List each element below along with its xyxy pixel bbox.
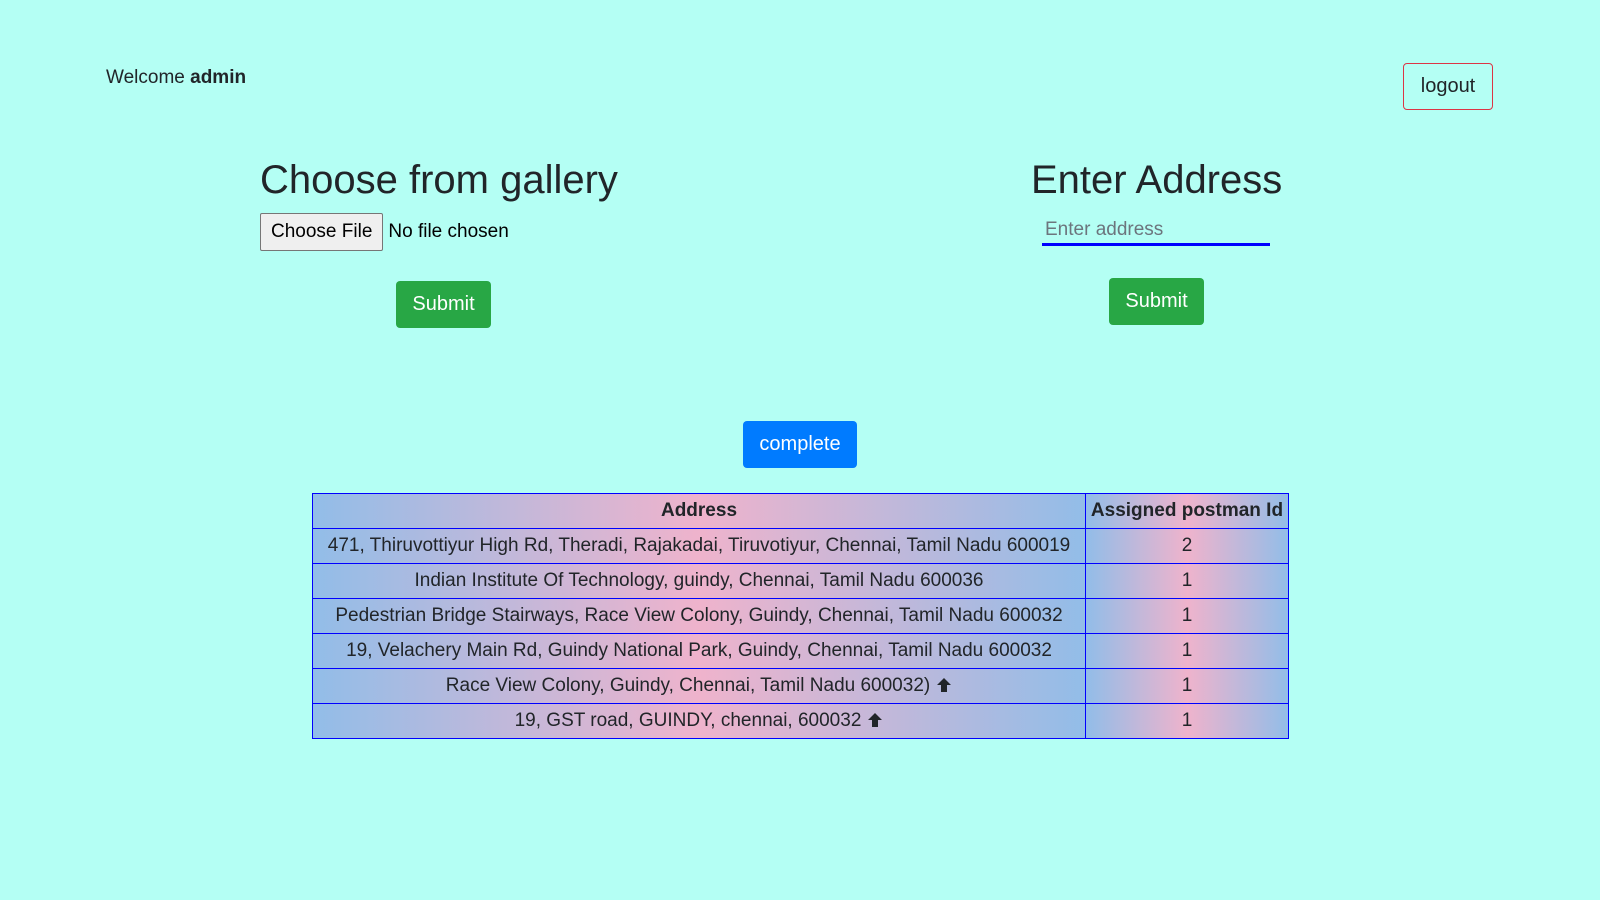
- page: Welcome admin logout Choose from gallery…: [0, 0, 1600, 900]
- address-table: Address Assigned postman Id 471, Thiruvo…: [312, 493, 1289, 739]
- welcome-prefix: Welcome: [106, 67, 185, 88]
- address-cell: Pedestrian Bridge Stairways, Race View C…: [312, 598, 1086, 634]
- postman-id-cell: 1: [1085, 633, 1289, 669]
- address-cell: 471, Thiruvottiyur High Rd, Theradi, Raj…: [312, 528, 1086, 564]
- address-submit-button[interactable]: Submit: [1109, 278, 1204, 325]
- address-text: Race View Colony, Guindy, Chennai, Tamil…: [445, 675, 931, 696]
- address-text: Indian Institute Of Technology, guindy, …: [414, 570, 984, 591]
- choose-file-button[interactable]: Choose File: [260, 213, 384, 251]
- welcome-message: Welcome admin: [106, 66, 246, 90]
- address-text: Pedestrian Bridge Stairways, Race View C…: [335, 605, 1063, 626]
- gallery-submit-button[interactable]: Submit: [396, 281, 491, 328]
- table-row: Pedestrian Bridge Stairways, Race View C…: [312, 598, 1289, 634]
- table-row: 471, Thiruvottiyur High Rd, Theradi, Raj…: [312, 528, 1289, 564]
- file-status-text: No file chosen: [388, 221, 509, 242]
- table-row: Indian Institute Of Technology, guindy, …: [312, 563, 1289, 599]
- header-postman-id: Assigned postman Id: [1085, 493, 1289, 529]
- address-cell: 19, Velachery Main Rd, Guindy National P…: [312, 633, 1086, 669]
- address-text: 19, Velachery Main Rd, Guindy National P…: [346, 640, 1052, 661]
- address-text: 19, GST road, GUINDY, chennai, 600032: [514, 710, 862, 731]
- postman-id-cell: 1: [1085, 703, 1289, 739]
- table-row: Race View Colony, Guindy, Chennai, Tamil…: [312, 668, 1289, 704]
- complete-button[interactable]: complete: [743, 421, 857, 468]
- postman-id-cell: 1: [1085, 668, 1289, 704]
- table-row: 19, GST road, GUINDY, chennai, 600032 1: [312, 703, 1289, 739]
- address-cell: 19, GST road, GUINDY, chennai, 600032: [312, 703, 1086, 739]
- address-cell: Race View Colony, Guindy, Chennai, Tamil…: [312, 668, 1086, 704]
- address-input[interactable]: [1042, 216, 1270, 246]
- address-cell: Indian Institute Of Technology, guindy, …: [312, 563, 1086, 599]
- username: admin: [190, 67, 247, 88]
- postman-id-cell: 2: [1085, 528, 1289, 564]
- gallery-title: Choose from gallery: [260, 158, 618, 202]
- logout-button[interactable]: logout: [1403, 63, 1493, 110]
- address-title: Enter Address: [1031, 158, 1283, 202]
- table-row: 19, Velachery Main Rd, Guindy National P…: [312, 633, 1289, 669]
- table-header-row: Address Assigned postman Id: [312, 493, 1289, 529]
- up-arrow-icon: [936, 677, 952, 696]
- address-text: 471, Thiruvottiyur High Rd, Theradi, Raj…: [327, 535, 1071, 556]
- file-picker[interactable]: Choose File No file chosen: [260, 213, 509, 251]
- postman-id-cell: 1: [1085, 598, 1289, 634]
- header-address: Address: [312, 493, 1086, 529]
- postman-id-cell: 1: [1085, 563, 1289, 599]
- up-arrow-icon: [867, 712, 883, 731]
